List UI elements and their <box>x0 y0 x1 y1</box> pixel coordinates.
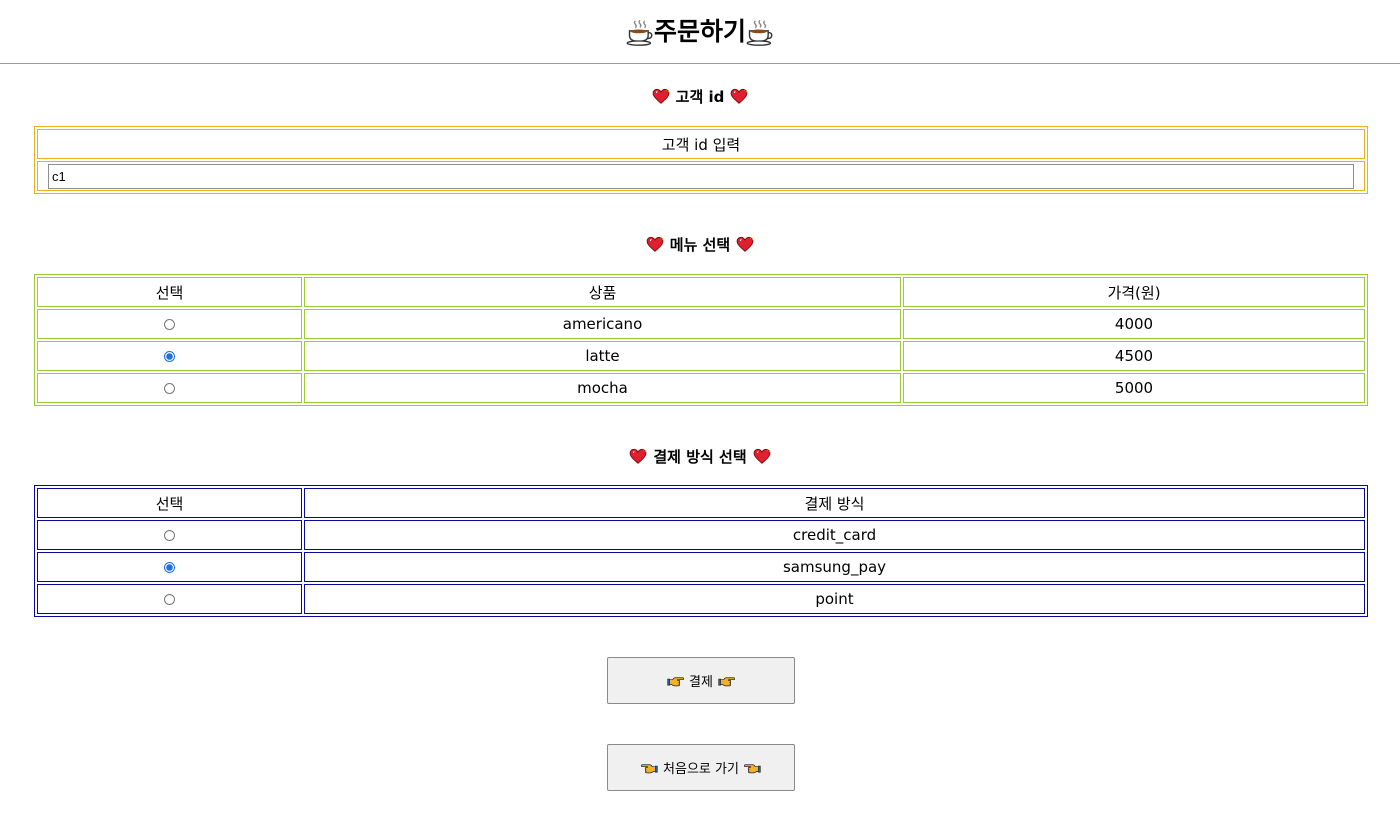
payment-radio-point[interactable] <box>164 594 175 605</box>
payment-method-name: credit_card <box>304 520 1365 550</box>
customer-id-table: 고객 id 입력 <box>34 126 1368 194</box>
page-header: 주문하기 <box>0 0 1400 64</box>
pay-button[interactable]: 결제 <box>607 657 795 704</box>
menu-col-select: 선택 <box>37 277 302 307</box>
page-title-text: 주문하기 <box>653 17 746 46</box>
customer-section-title-text: 고객 id <box>675 87 725 106</box>
payment-section-title-text: 결제 방식 선택 <box>653 447 747 466</box>
menu-product-name: latte <box>304 341 901 371</box>
payment-col-select: 선택 <box>37 488 302 518</box>
hot-beverage-icon <box>746 18 774 46</box>
menu-radio-cell <box>37 341 302 371</box>
pointing-right-hand-icon <box>718 675 735 687</box>
table-row: americano 4000 <box>37 309 1365 339</box>
pointing-left-hand-icon <box>641 762 658 774</box>
sparkling-heart-icon <box>646 236 664 253</box>
payment-radio-cell <box>37 584 302 614</box>
table-row: point <box>37 584 1365 614</box>
payment-radio-cell <box>37 520 302 550</box>
menu-product-price: 4000 <box>903 309 1365 339</box>
payment-radio-credit-card[interactable] <box>164 530 175 541</box>
sparkling-heart-icon <box>730 88 748 105</box>
hot-beverage-icon <box>626 18 654 46</box>
customer-id-input[interactable] <box>48 163 1354 189</box>
payment-radio-cell <box>37 552 302 582</box>
payment-radio-samsung-pay[interactable] <box>164 562 175 573</box>
sparkling-heart-icon <box>652 88 670 105</box>
payment-col-method: 결제 방식 <box>304 488 1365 518</box>
menu-product-price: 5000 <box>903 373 1365 403</box>
page-title: 주문하기 <box>0 14 1400 49</box>
menu-product-price: 4500 <box>903 341 1365 371</box>
customer-id-input-cell <box>37 161 1365 191</box>
payment-method-name: point <box>304 584 1365 614</box>
pay-button-label: 결제 <box>689 675 713 690</box>
sparkling-heart-icon <box>753 448 771 465</box>
menu-section-title: 메뉴 선택 <box>0 234 1400 255</box>
payment-header-row: 선택 결제 방식 <box>37 488 1365 518</box>
customer-id-header: 고객 id 입력 <box>37 129 1365 159</box>
menu-radio-cell <box>37 309 302 339</box>
table-row: credit_card <box>37 520 1365 550</box>
customer-section-title: 고객 id <box>0 86 1400 107</box>
menu-col-price: 가격(원) <box>903 277 1365 307</box>
table-row: mocha 5000 <box>37 373 1365 403</box>
menu-product-name: americano <box>304 309 901 339</box>
payment-table: 선택 결제 방식 credit_card samsung_pay point <box>34 485 1368 617</box>
pointing-right-hand-icon <box>667 675 684 687</box>
pointing-left-hand-icon <box>744 762 761 774</box>
menu-header-row: 선택 상품 가격(원) <box>37 277 1365 307</box>
sparkling-heart-icon <box>629 448 647 465</box>
table-row: samsung_pay <box>37 552 1365 582</box>
sparkling-heart-icon <box>736 236 754 253</box>
menu-radio-mocha[interactable] <box>164 383 175 394</box>
menu-col-product: 상품 <box>304 277 901 307</box>
menu-radio-americano[interactable] <box>164 319 175 330</box>
menu-radio-latte[interactable] <box>164 351 175 362</box>
menu-product-name: mocha <box>304 373 901 403</box>
table-row: latte 4500 <box>37 341 1365 371</box>
payment-method-name: samsung_pay <box>304 552 1365 582</box>
menu-section-title-text: 메뉴 선택 <box>669 235 731 254</box>
go-home-button-label: 처음으로 가기 <box>663 762 739 777</box>
menu-radio-cell <box>37 373 302 403</box>
payment-section-title: 결제 방식 선택 <box>0 446 1400 467</box>
go-home-button[interactable]: 처음으로 가기 <box>607 744 795 791</box>
menu-table: 선택 상품 가격(원) americano 4000 latte 4500 mo… <box>34 274 1368 406</box>
